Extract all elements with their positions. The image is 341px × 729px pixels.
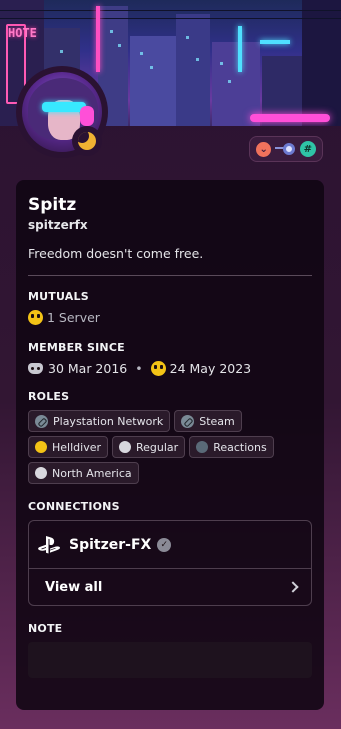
badge-list: ⌄ # [249,136,323,162]
connection-account-name: Spitzer-FX [69,536,152,553]
member-since-heading: MEMBER SINCE [28,341,125,354]
note-input[interactable] [28,642,312,678]
banner-building [176,14,210,126]
display-name: Spitz [28,195,77,215]
status-indicator [72,126,102,156]
divider [28,275,312,276]
neon-glow [250,114,330,122]
banner-wire [0,10,341,11]
username: spitzerfx [28,218,88,232]
connections-box: Spitzer-FX ✓ View all [28,520,312,606]
role-color-dot [35,467,47,479]
role-color-dot [119,441,131,453]
role-label: North America [52,466,132,480]
mutual-server-count: 1 Server [47,310,100,325]
role-pill[interactable]: Regular [112,436,186,458]
role-label: Playstation Network [53,414,164,428]
server-join-date: 24 May 2023 [169,361,252,376]
roles-heading: ROLES [28,390,70,403]
speed-orb-badge-icon[interactable] [275,142,296,156]
chevron-right-icon [287,581,299,593]
note-heading: NOTE [28,622,63,635]
profile-popout: HOTE ⌄ # Spitz spitzerfx Freedom doesn't… [0,0,341,729]
connections-heading: CONNECTIONS [28,500,120,513]
role-label: Regular [136,440,179,454]
server-skull-icon [28,310,43,325]
role-label: Helldiver [52,440,101,454]
hash-badge-icon[interactable]: # [299,141,316,157]
profile-info-panel: Spitz spitzerfx Freedom doesn't come fre… [16,180,324,710]
neon-strip [238,26,242,72]
role-color-dot [35,441,47,453]
red-heart-badge-icon[interactable]: ⌄ [256,141,272,157]
role-color-dot [196,441,209,453]
link-icon [35,414,48,428]
connection-playstation[interactable]: Spitzer-FX ✓ [29,521,311,569]
verified-check-icon: ✓ [157,537,172,552]
about-me-text: Freedom doesn't come free. [28,246,204,261]
discord-join-date: 30 Mar 2016 [48,361,128,376]
role-pill[interactable]: Playstation Network [28,410,171,432]
member-since-row: 30 Mar 2016 • 24 May 2023 [28,361,312,376]
mutual-servers-link[interactable]: 1 Server [28,310,312,325]
role-pill[interactable]: Steam [174,410,242,432]
discord-icon [28,363,43,374]
separator-dot: • [135,361,143,376]
link-icon [181,414,195,428]
view-all-connections-button[interactable]: View all [29,569,311,605]
moon-idle-icon [78,132,96,150]
neon-strip [260,40,290,44]
role-pill[interactable]: Reactions [189,436,274,458]
role-label: Steam [199,414,235,428]
role-list: Playstation Network Steam Helldiver Regu… [28,410,312,484]
neon-strip [96,6,100,72]
role-pill[interactable]: North America [28,462,139,484]
role-pill[interactable]: Helldiver [28,436,108,458]
server-skull-icon [150,361,166,376]
view-all-label: View all [45,579,103,595]
banner-wire [0,18,341,19]
playstation-icon [37,535,61,555]
role-label: Reactions [213,440,267,454]
banner-building [130,36,176,126]
mutuals-heading: MUTUALS [28,290,89,303]
